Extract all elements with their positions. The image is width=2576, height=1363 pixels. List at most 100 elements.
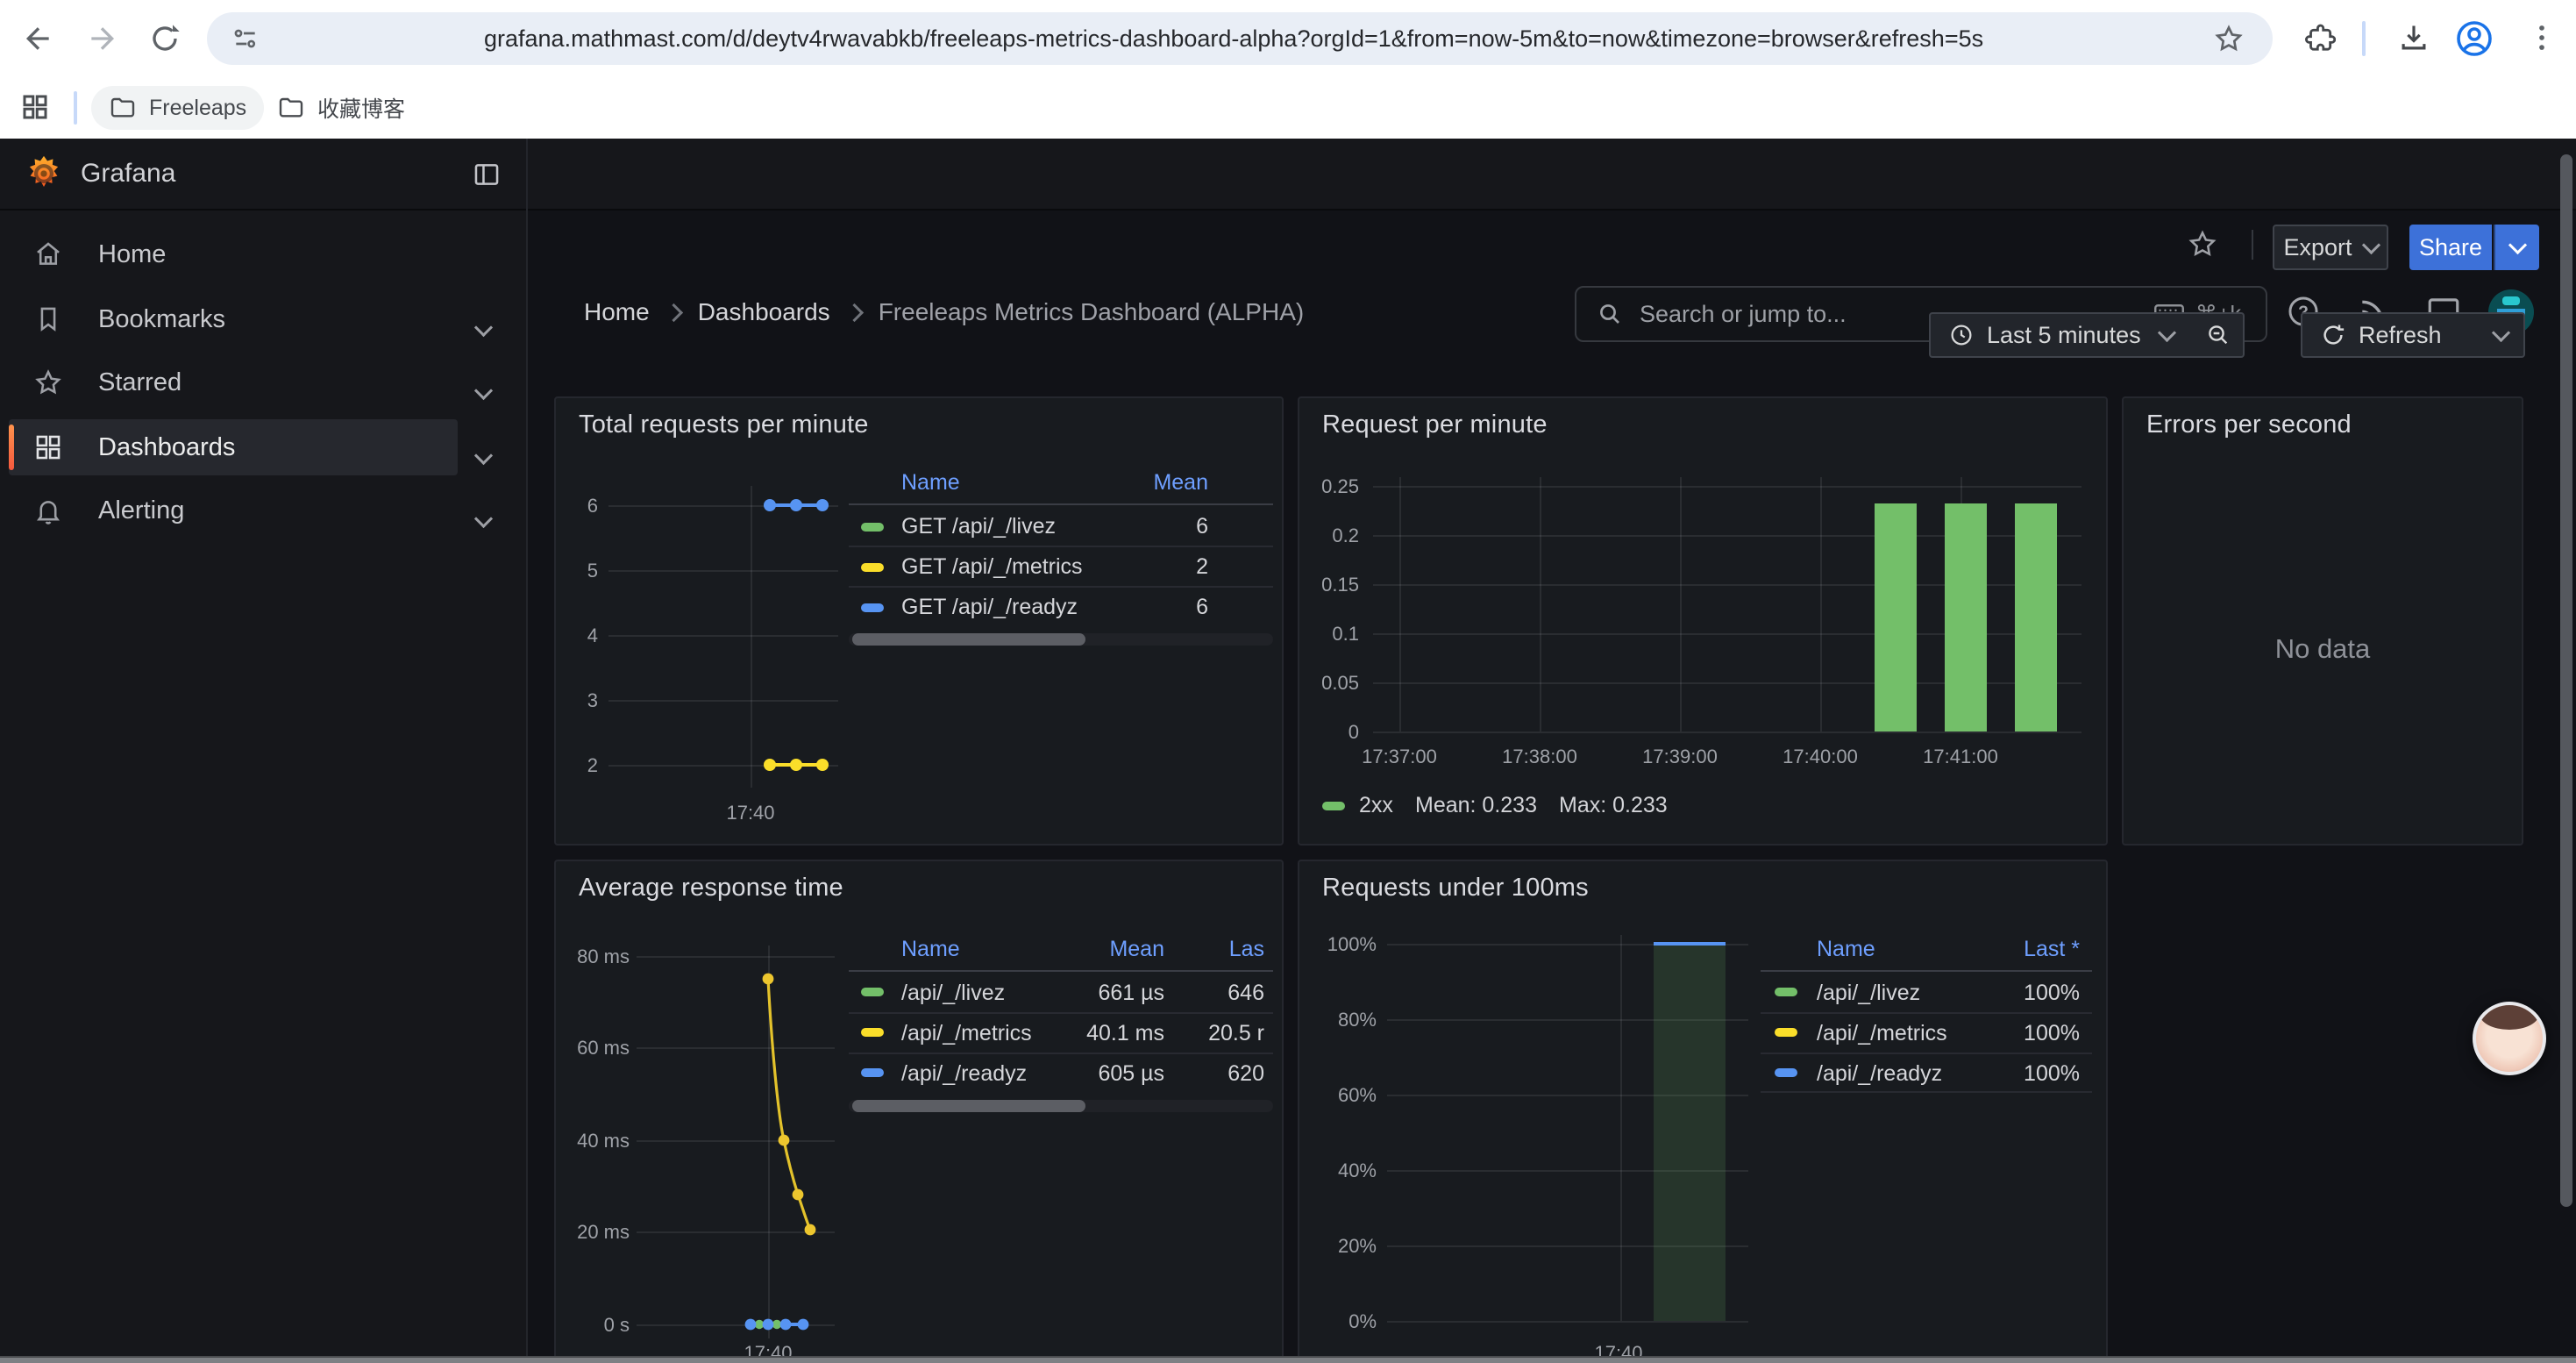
refresh-interval-caret[interactable]	[2478, 312, 2525, 358]
table-separator	[1761, 1053, 2092, 1054]
legend-row-name[interactable]: /api/_/readyz	[1817, 1061, 1942, 1087]
brand-title[interactable]: Grafana	[81, 139, 175, 209]
share-button[interactable]: Share	[2409, 225, 2492, 270]
panel-title[interactable]: Errors per second	[2146, 410, 2352, 439]
chevron-down-icon[interactable]	[477, 437, 498, 458]
breadcrumb: Home Dashboards Freeleaps Metrics Dashbo…	[584, 277, 1304, 347]
legend-row-name[interactable]: GET /api/_/readyz	[901, 595, 1078, 620]
table-separator	[849, 1053, 1273, 1054]
bookmark-folder-blogs[interactable]: 收藏博客	[260, 86, 423, 130]
legend-col-name[interactable]: Name	[901, 470, 960, 496]
series-swatch[interactable]	[861, 523, 884, 532]
scrollbar-thumb[interactable]	[852, 1100, 1085, 1112]
sidebar-item-home[interactable]: Home	[9, 226, 458, 282]
sidebar-toggle-icon[interactable]	[472, 160, 502, 189]
gridline	[1680, 477, 1682, 731]
legend-row-name[interactable]: /api/_/livez	[901, 981, 1005, 1006]
legend-row-name[interactable]: GET /api/_/livez	[901, 514, 1056, 539]
favorite-star-button[interactable]	[2187, 228, 2218, 260]
share-caret-button[interactable]	[2494, 225, 2539, 270]
legend-series-name[interactable]: 2xx	[1359, 793, 1393, 818]
series-swatch[interactable]	[861, 988, 884, 996]
legend-row-name[interactable]: /api/_/metrics	[901, 1021, 1032, 1046]
legend-col-mean[interactable]: Mean	[1109, 937, 1164, 962]
folder-icon	[277, 94, 305, 122]
legend-row-name[interactable]: /api/_/metrics	[1817, 1021, 1947, 1046]
legend-max: Max: 0.233	[1559, 793, 1668, 818]
legend-row-last: 100%	[2024, 1021, 2080, 1046]
gridline	[1373, 486, 2081, 488]
series-swatch[interactable]	[861, 563, 884, 572]
legend-col-mean[interactable]: Mean	[1153, 470, 1208, 496]
back-button[interactable]	[21, 21, 56, 56]
legend-row-last: 100%	[2024, 1061, 2080, 1087]
series-swatch[interactable]	[1322, 802, 1345, 810]
series-swatch[interactable]	[861, 603, 884, 612]
table-scrollbar[interactable]	[849, 1100, 1273, 1112]
series-swatch[interactable]	[861, 1068, 884, 1077]
series-swatch[interactable]	[1775, 1068, 1797, 1077]
y-tick: 2	[559, 754, 598, 777]
breadcrumb-dashboards[interactable]: Dashboards	[698, 298, 830, 326]
chevron-down-icon[interactable]	[477, 372, 498, 393]
chevron-down-icon	[2508, 235, 2526, 253]
reload-button[interactable]	[147, 21, 182, 56]
gridline	[1620, 935, 1622, 1321]
export-button[interactable]: Export	[2273, 225, 2388, 270]
table-scrollbar[interactable]	[849, 633, 1273, 646]
gridline	[1373, 731, 2081, 733]
no-data-message: No data	[2124, 633, 2522, 665]
bookmark-star-button[interactable]	[2213, 23, 2245, 54]
sidebar-item-dashboards[interactable]: Dashboards	[9, 419, 458, 475]
panel-average-response-time: Average response time 80 ms 60 ms 40 ms …	[554, 860, 1284, 1363]
y-tick: 100%	[1303, 933, 1377, 956]
download-button[interactable]	[2397, 21, 2432, 56]
page-scrollbar[interactable]	[2560, 154, 2572, 1207]
y-tick: 60%	[1303, 1084, 1377, 1107]
refresh-button[interactable]: Refresh	[2301, 312, 2480, 358]
legend-row-name[interactable]: /api/_/readyz	[901, 1061, 1027, 1087]
chat-avatar[interactable]	[2473, 1002, 2546, 1075]
y-tick: 0	[1303, 721, 1359, 744]
legend-row-name[interactable]: GET /api/_/metrics	[901, 554, 1083, 580]
chevron-down-icon[interactable]	[477, 500, 498, 521]
screen: grafana.mathmast.com/d/deytv4rwavabkb/fr…	[0, 0, 2576, 1363]
chevron-down-icon[interactable]	[477, 309, 498, 330]
search-icon	[1596, 300, 1624, 328]
panel-title[interactable]: Requests under 100ms	[1322, 874, 1589, 903]
action-divider	[2252, 230, 2253, 260]
scrollbar-thumb[interactable]	[852, 633, 1085, 646]
url-text[interactable]: grafana.mathmast.com/d/deytv4rwavabkb/fr…	[484, 12, 2395, 65]
legend-col-last[interactable]: Las	[1229, 937, 1264, 962]
breadcrumb-home[interactable]: Home	[584, 298, 650, 326]
browser-menu-button[interactable]	[2525, 21, 2560, 56]
time-range-picker[interactable]: Last 5 minutes	[1929, 312, 2195, 358]
series-swatch[interactable]	[861, 1028, 884, 1037]
gridline	[608, 700, 838, 702]
url-bar[interactable]: grafana.mathmast.com/d/deytv4rwavabkb/fr…	[207, 12, 2273, 65]
legend-col-name[interactable]: Name	[1817, 937, 1875, 962]
legend-col-name[interactable]: Name	[901, 937, 960, 962]
chevron-right-icon	[665, 303, 683, 321]
sidebar-item-starred[interactable]: Starred	[9, 354, 458, 410]
bookmark-folder-freeleaps[interactable]: Freeleaps	[91, 86, 264, 130]
legend-col-last[interactable]: Last *	[2024, 937, 2080, 962]
panel-title[interactable]: Total requests per minute	[579, 410, 869, 439]
series-swatch[interactable]	[1775, 988, 1797, 996]
sidebar-item-alerting[interactable]: Alerting	[9, 482, 458, 539]
panel-title[interactable]: Request per minute	[1322, 410, 1548, 439]
star-icon	[33, 368, 63, 397]
site-info-icon[interactable]	[231, 25, 260, 53]
profile-button[interactable]	[2453, 18, 2495, 60]
sidebar-item-label: Dashboards	[98, 433, 235, 462]
grafana-logo[interactable]	[25, 154, 63, 193]
legend-row-name[interactable]: /api/_/livez	[1817, 981, 1920, 1006]
gridline	[751, 486, 752, 788]
extensions-button[interactable]	[2302, 21, 2338, 56]
series-swatch[interactable]	[1775, 1028, 1797, 1037]
zoom-out-button[interactable]	[2194, 312, 2245, 358]
sidebar-item-bookmarks[interactable]: Bookmarks	[9, 291, 458, 347]
forward-button[interactable]	[84, 21, 119, 56]
apps-grid-icon[interactable]	[19, 91, 51, 123]
bookmark-icon	[33, 304, 63, 334]
